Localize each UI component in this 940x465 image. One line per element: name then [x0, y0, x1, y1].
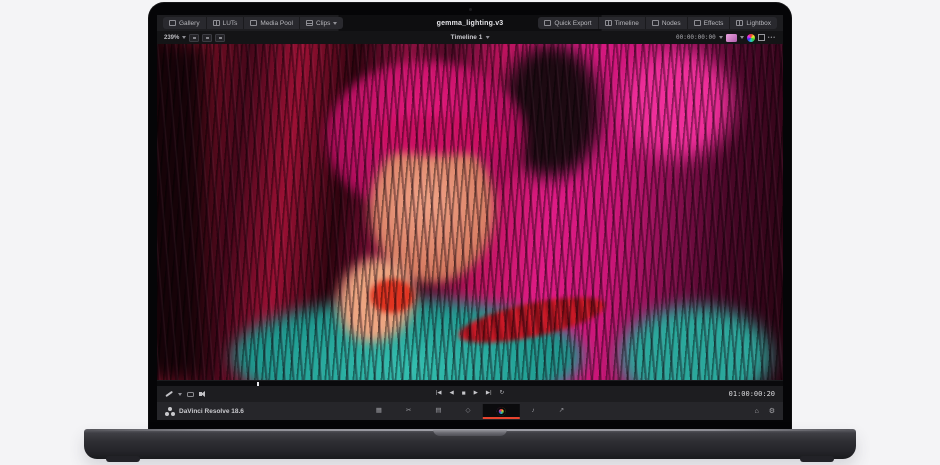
- play-button[interactable]: ▶: [474, 391, 478, 397]
- chevron-down-icon: [485, 36, 489, 39]
- source-timecode: 00:00:00:00: [676, 34, 716, 41]
- page-bar: DaVinci Resolve 18.6 ▦ ✂ ▤ ◇ ♪ ↗ ⌂ ⚙: [157, 402, 783, 420]
- lid-thumb-scoop: [433, 429, 507, 436]
- photo-fur-streaks-2: [157, 44, 783, 380]
- clips-button[interactable]: Clips: [300, 17, 343, 29]
- marketing-background: gemma_lighting.v3 Gallery LUTs Media Poo…: [0, 0, 940, 465]
- viewer-zoom-level[interactable]: 239%: [164, 35, 179, 41]
- chevron-down-icon[interactable]: [182, 36, 186, 39]
- macbook-base: [84, 429, 856, 459]
- timeline-panel-button[interactable]: Timeline: [599, 17, 646, 29]
- lightbox-button[interactable]: Lightbox: [730, 17, 777, 29]
- settings-gear-icon[interactable]: ⚙: [769, 407, 775, 415]
- page-tab-fusion[interactable]: ◇: [454, 405, 483, 418]
- page-tab-fairlight[interactable]: ♪: [520, 405, 547, 418]
- rubber-foot-left: [106, 456, 140, 462]
- draw-tool-icon[interactable]: [165, 391, 172, 397]
- chevron-down-icon[interactable]: [178, 393, 182, 396]
- still-wipe-icon[interactable]: [726, 34, 737, 42]
- playback-controls: |◀ ◀ ■ ▶ ▶| ↻: [436, 391, 504, 398]
- viewer-toggle-3[interactable]: [215, 34, 225, 42]
- source-timecode-group: 00:00:00:00 •••: [676, 34, 776, 42]
- gallery-button[interactable]: Gallery: [163, 17, 207, 29]
- project-title: gemma_lighting.v3: [437, 20, 504, 27]
- color-viewer: [157, 44, 783, 380]
- nodes-icon: [652, 20, 659, 26]
- lightbox-icon: [736, 20, 743, 26]
- page-tab-deliver[interactable]: ↗: [547, 405, 576, 418]
- grade-tools: [165, 391, 205, 397]
- timeline-panel-icon: [605, 20, 612, 26]
- effects-label: Effects: [704, 20, 724, 27]
- timeline-selector[interactable]: Timeline 1: [451, 34, 490, 41]
- luts-button[interactable]: LUTs: [207, 17, 245, 29]
- nodes-label: Nodes: [662, 20, 681, 27]
- quick-export-icon: [544, 20, 551, 26]
- timeline-panel-label: Timeline: [615, 20, 639, 27]
- loop-button[interactable]: ↻: [500, 391, 505, 397]
- viewer-zoom-group: 239%: [164, 34, 225, 42]
- page-tab-color-active[interactable]: [483, 404, 520, 419]
- color-wheel-icon: [497, 407, 506, 416]
- skip-to-start-button[interactable]: |◀: [436, 391, 442, 397]
- clips-label: Clips: [316, 20, 330, 27]
- rubber-foot-right: [800, 456, 834, 462]
- media-pool-label: Media Pool: [260, 20, 293, 27]
- page-tabs: ▦ ✂ ▤ ◇ ♪ ↗: [364, 404, 576, 419]
- page-bar-right: ⌂ ⚙: [754, 407, 775, 415]
- viewer-toolbar: 239% Timeline 1 00:00:00:00: [157, 31, 783, 44]
- expand-viewer-icon[interactable]: [758, 34, 765, 41]
- stop-button[interactable]: ■: [462, 391, 466, 398]
- timeline-name: Timeline 1: [451, 34, 483, 41]
- viewer-toggle-1[interactable]: [189, 34, 199, 42]
- lightbox-label: Lightbox: [746, 20, 771, 27]
- webcam-dot: [469, 8, 472, 11]
- effects-button[interactable]: Effects: [688, 17, 731, 29]
- top-toolbar: gemma_lighting.v3 Gallery LUTs Media Poo…: [157, 15, 783, 31]
- page-tab-cut[interactable]: ✂: [394, 405, 423, 418]
- color-wheels-icon[interactable]: [747, 34, 755, 42]
- home-icon[interactable]: ⌂: [754, 408, 758, 415]
- left-panel-buttons: Gallery LUTs Media Pool Clips: [163, 17, 343, 29]
- audio-mute-icon[interactable]: [199, 391, 205, 397]
- quick-export-label: Quick Export: [554, 20, 591, 27]
- viewer-toggle-2[interactable]: [202, 34, 212, 42]
- macbook-lid: gemma_lighting.v3 Gallery LUTs Media Poo…: [148, 2, 792, 429]
- transport-bar: |◀ ◀ ■ ▶ ▶| ↻ 01:00:00:20: [157, 386, 783, 402]
- davinci-resolve-window: gemma_lighting.v3 Gallery LUTs Media Poo…: [157, 15, 783, 420]
- gallery-label: Gallery: [179, 20, 200, 27]
- gallery-icon: [169, 20, 176, 26]
- media-pool-button[interactable]: Media Pool: [244, 17, 300, 29]
- luts-label: LUTs: [223, 20, 238, 27]
- chevron-down-icon[interactable]: [719, 36, 723, 39]
- chevron-down-icon[interactable]: [740, 36, 744, 39]
- clips-icon: [306, 20, 313, 26]
- annotation-icon[interactable]: [187, 392, 194, 397]
- app-version-label: DaVinci Resolve 18.6: [179, 408, 244, 415]
- quick-export-button[interactable]: Quick Export: [538, 17, 598, 29]
- more-options-icon[interactable]: •••: [768, 35, 776, 41]
- chevron-down-icon: [333, 22, 337, 25]
- skip-to-end-button[interactable]: ▶|: [486, 391, 492, 397]
- effects-icon: [694, 20, 701, 26]
- right-panel-buttons: Quick Export Timeline Nodes Effects: [538, 17, 777, 29]
- speaker-cone: [201, 391, 205, 397]
- luts-icon: [213, 20, 220, 26]
- step-back-button[interactable]: ◀: [449, 391, 453, 397]
- page-tab-edit[interactable]: ▤: [423, 405, 453, 418]
- timeline-timecode: 01:00:00:20: [729, 390, 775, 398]
- nodes-button[interactable]: Nodes: [646, 17, 688, 29]
- davinci-resolve-logo: [165, 407, 175, 416]
- media-pool-icon: [250, 20, 257, 26]
- page-tab-media[interactable]: ▦: [364, 405, 394, 418]
- app-brand: DaVinci Resolve 18.6: [165, 407, 244, 416]
